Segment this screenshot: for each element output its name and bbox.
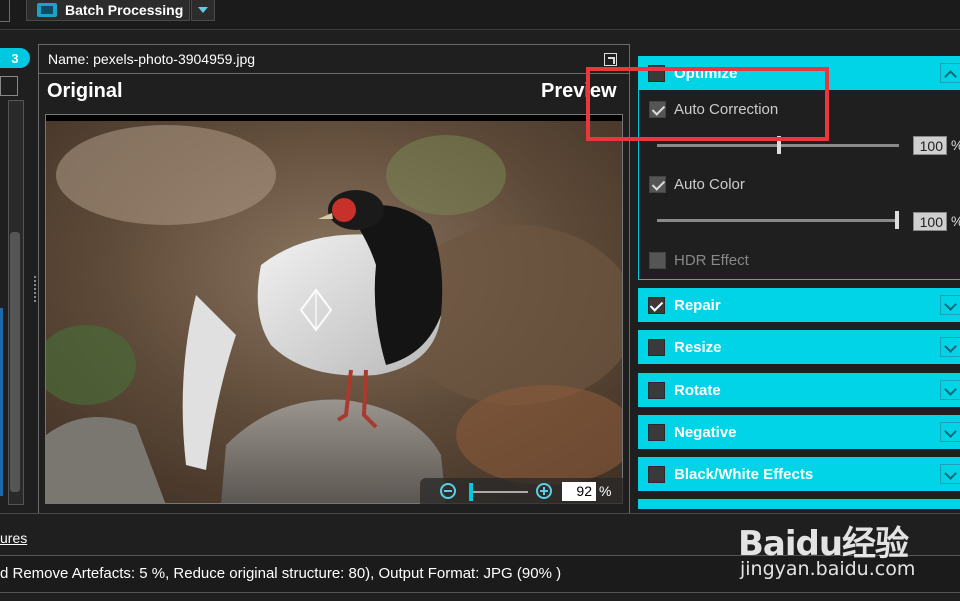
status-text: d Remove Artefacts: 5 %, Reduce original…	[0, 565, 562, 582]
batch-processing-label: Batch Processing	[65, 2, 184, 18]
resize-checkbox[interactable]	[648, 338, 665, 356]
image-count-badge: 3	[0, 48, 30, 68]
section-repair-label: Repair	[674, 296, 721, 314]
hdr-effect-checkbox[interactable]	[649, 252, 666, 269]
auto-correction-unit: %	[951, 137, 960, 153]
section-black-white-label: Black/White Effects	[674, 465, 814, 483]
chevron-down-icon[interactable]	[940, 464, 960, 484]
hdr-effect-label: HDR Effect	[674, 252, 749, 269]
section-negative-label: Negative	[674, 423, 737, 441]
chevron-down-icon[interactable]	[940, 422, 960, 442]
auto-correction-value[interactable]: 100	[913, 136, 947, 155]
hdr-effect-option[interactable]: HDR Effect	[649, 252, 749, 269]
batch-dropdown-button[interactable]	[191, 0, 215, 21]
file-name: Name: pexels-photo-3904959.jpg	[48, 51, 256, 67]
highlight-annotation	[586, 67, 829, 141]
auto-color-slider-track[interactable]	[657, 219, 899, 222]
section-resize-label: Resize	[674, 338, 722, 356]
toolbar-left-stub	[0, 0, 10, 22]
zoom-unit: %	[599, 483, 612, 499]
zoom-out-icon[interactable]	[440, 483, 456, 499]
auto-color-label: Auto Color	[674, 176, 745, 193]
left-panel-checkbox[interactable]	[0, 76, 18, 96]
label-original: Original	[47, 80, 123, 102]
photo-preview[interactable]	[45, 114, 623, 504]
chevron-down-icon	[198, 7, 208, 13]
black-white-checkbox[interactable]	[648, 465, 665, 483]
bottom-divider	[0, 513, 960, 514]
rotate-checkbox[interactable]	[648, 381, 665, 399]
chevron-down-icon[interactable]	[940, 337, 960, 357]
auto-color-option[interactable]: Auto Color	[649, 176, 745, 193]
section-repair[interactable]: Repair	[638, 288, 960, 322]
zoom-value-input[interactable]: 92	[562, 482, 596, 501]
bottom-link[interactable]: ures	[0, 530, 27, 546]
watermark-url: jingyan.baidu.com	[740, 558, 916, 580]
zoom-in-icon[interactable]	[536, 483, 552, 499]
batch-processing-button[interactable]: Batch Processing	[26, 0, 190, 21]
auto-color-checkbox[interactable]	[649, 176, 666, 193]
chevron-up-icon[interactable]	[940, 63, 960, 83]
section-next-partial	[638, 499, 960, 509]
pheasant-photo	[46, 115, 622, 503]
section-rotate[interactable]: Rotate	[638, 373, 960, 407]
auto-color-slider-thumb[interactable]	[895, 211, 899, 229]
repair-checkbox[interactable]	[648, 296, 665, 314]
zoom-slider-track[interactable]	[470, 491, 528, 493]
left-scrollbar-thumb[interactable]	[10, 232, 20, 492]
chevron-down-icon[interactable]	[940, 295, 960, 315]
batch-icon	[37, 3, 57, 17]
chevron-down-icon[interactable]	[940, 380, 960, 400]
auto-color-unit: %	[951, 213, 960, 229]
left-selection-indicator	[0, 308, 3, 496]
section-rotate-label: Rotate	[674, 381, 721, 399]
section-resize[interactable]: Resize	[638, 330, 960, 364]
negative-checkbox[interactable]	[648, 423, 665, 441]
zoom-slider-thumb[interactable]	[469, 483, 473, 501]
auto-color-value[interactable]: 100	[913, 212, 947, 231]
section-black-white-effects[interactable]: Black/White Effects	[638, 457, 960, 491]
section-negative[interactable]: Negative	[638, 415, 960, 449]
expand-icon[interactable]	[604, 53, 617, 66]
